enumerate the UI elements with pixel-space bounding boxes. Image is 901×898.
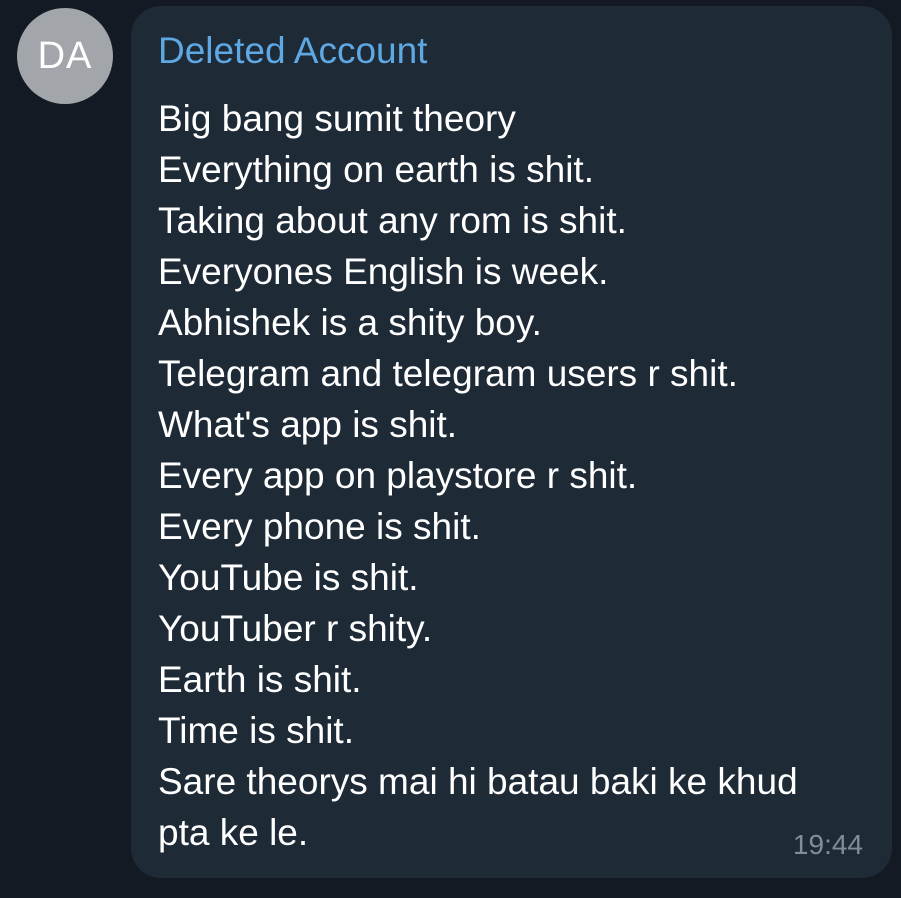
message-line: Earth is shit. xyxy=(158,659,362,700)
message-text: Big bang sumit theory Everything on eart… xyxy=(158,93,878,858)
message-bubble[interactable]: Deleted Account Big bang sumit theory Ev… xyxy=(131,6,892,878)
chat-view: DA Deleted Account Big bang sumit theory… xyxy=(0,0,901,898)
message-line: Everyones English is week. xyxy=(158,251,609,292)
message-line: Sare theorys mai hi batau baki ke khud xyxy=(158,761,798,802)
message-line: YouTube is shit. xyxy=(158,557,419,598)
message-line: Everything on earth is shit. xyxy=(158,149,594,190)
message-line: What's app is shit. xyxy=(158,404,458,445)
message-line: Abhishek is a shity boy. xyxy=(158,302,542,343)
message-line: Big bang sumit theory xyxy=(158,98,516,139)
avatar[interactable]: DA xyxy=(17,8,113,104)
message-line: Time is shit. xyxy=(158,710,354,751)
message-line: YouTuber r shity. xyxy=(158,608,433,649)
message-line: pta ke le. xyxy=(158,812,309,853)
message-line: Every app on playstore r shit. xyxy=(158,455,638,496)
avatar-initials: DA xyxy=(37,34,93,77)
message-line: Every phone is shit. xyxy=(158,506,481,547)
message-timestamp: 19:44 xyxy=(792,829,863,860)
message-line: Taking about any rom is shit. xyxy=(158,200,627,241)
sender-name[interactable]: Deleted Account xyxy=(158,29,427,73)
message-line: Telegram and telegram users r shit. xyxy=(158,353,738,394)
